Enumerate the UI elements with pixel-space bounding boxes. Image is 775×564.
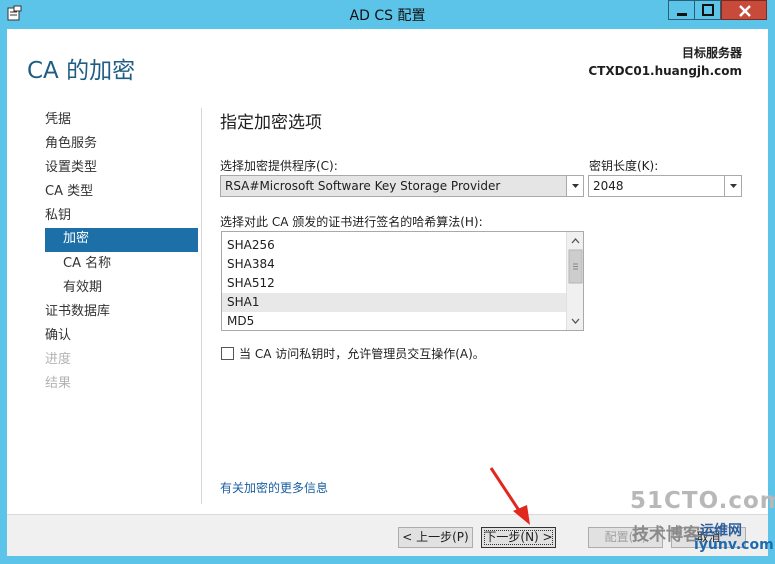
nav-item-private-key[interactable]: 私钥 [45,205,71,229]
chevron-down-icon[interactable] [724,176,741,196]
list-item[interactable]: SHA512 [222,274,567,293]
nav-item-ca-name[interactable]: CA 名称 [63,253,111,277]
allow-admin-interaction-label[interactable]: 当 CA 访问私钥时，允许管理员交互操作(A)。 [239,345,485,362]
ad-cs-config-window: AD CS 配置 CA 的加密 目标服务器 CTXDC01.huangjh.co… [0,0,775,564]
section-heading: 指定加密选项 [220,113,322,133]
scroll-up-icon [571,238,580,244]
minimize-button[interactable] [668,0,695,20]
window-title: AD CS 配置 [349,8,426,24]
nav-divider [201,108,202,504]
target-server-label: 目标服务器 [681,46,742,60]
key-length-value: 2048 [593,179,624,193]
provider-select[interactable]: RSA#Microsoft Software Key Storage Provi… [220,175,584,197]
annotation-arrow-icon [489,467,530,525]
close-icon [739,5,751,17]
provider-label: 选择加密提供程序(C): [220,159,338,173]
list-item[interactable]: SHA256 [222,236,567,255]
nav-item-validity-period[interactable]: 有效期 [63,277,102,301]
nav-item-progress: 进度 [45,352,72,367]
provider-value: RSA#Microsoft Software Key Storage Provi… [225,179,501,193]
maximize-button[interactable] [694,0,721,20]
nav-item-role-services[interactable]: 角色服务 [45,133,97,157]
wizard-content: CA 的加密 目标服务器 CTXDC01.huangjh.com 凭据 角色服务… [7,29,768,556]
nav-item-confirmation[interactable]: 确认 [45,325,71,349]
nav-item-credentials[interactable]: 凭据 [45,109,71,133]
nav-item-certificate-database[interactable]: 证书数据库 [45,301,110,325]
list-item-selected[interactable]: SHA1 [222,293,567,312]
nav-item-results: 结果 [45,376,72,391]
nav-item-ca-type[interactable]: CA 类型 [45,181,93,205]
chevron-down-icon[interactable] [566,176,583,196]
title-bar[interactable]: AD CS 配置 [0,0,775,28]
previous-button[interactable]: < 上一步(P) [398,527,473,548]
more-info-link[interactable]: 有关加密的更多信息 [220,479,328,496]
list-scrollbar[interactable] [566,232,583,330]
minimize-icon [677,13,687,16]
list-item[interactable]: MD5 [222,312,567,330]
maximize-icon [702,4,714,16]
next-button[interactable]: 下一步(N) > [481,527,556,548]
watermark-url: iyunv.com [694,537,774,553]
key-length-select[interactable]: 2048 [588,175,742,197]
close-button[interactable] [721,0,767,20]
nav-item-setup-type[interactable]: 设置类型 [45,157,97,181]
watermark-brand: 51CTO.com [630,488,775,514]
key-length-label: 密钥长度(K): [589,159,659,173]
page-title: CA 的加密 [27,58,136,84]
hash-algorithm-list[interactable]: SHA256 SHA384 SHA512 SHA1 MD5 [221,231,584,331]
list-item[interactable]: SHA384 [222,255,567,274]
allow-admin-interaction-checkbox[interactable] [221,347,234,360]
scroll-down-icon [571,318,580,324]
watermark-tech-blog: 技术博客 [632,525,700,545]
target-server-name: CTXDC01.huangjh.com [588,64,742,78]
nav-item-cryptography[interactable]: 加密 [45,228,198,252]
hash-algorithm-label: 选择对此 CA 颁发的证书进行签名的哈希算法(H): [220,215,483,229]
